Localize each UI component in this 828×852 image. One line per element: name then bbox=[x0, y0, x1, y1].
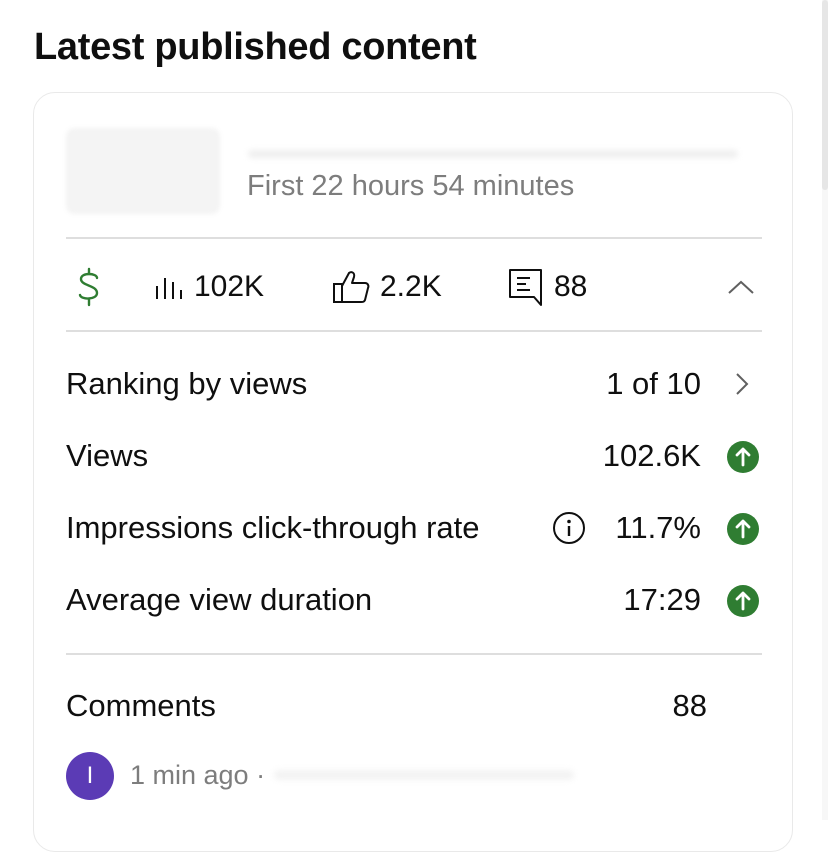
comment-timestamp: 1 min ago · bbox=[130, 760, 266, 790]
comments-header[interactable]: Comments 88 bbox=[66, 684, 762, 728]
metric-value: 11.7% bbox=[615, 510, 701, 545]
metric-row-avg-duration[interactable]: Average view duration 17:29 bbox=[66, 578, 762, 622]
comment-text-redacted bbox=[274, 770, 574, 780]
metric-row-ctr[interactable]: Impressions click-through rate 11.7% bbox=[66, 506, 762, 550]
likes-count: 2.2K bbox=[380, 270, 442, 303]
thumbs-up-icon bbox=[332, 269, 370, 305]
info-icon[interactable] bbox=[552, 511, 586, 545]
metric-label: Ranking by views bbox=[66, 366, 308, 401]
video-title-redacted bbox=[248, 150, 738, 158]
comments-label: Comments bbox=[66, 688, 216, 723]
metric-value: 1 of 10 bbox=[606, 366, 701, 401]
scrollbar-thumb[interactable] bbox=[822, 0, 828, 190]
metric-value: 102.6K bbox=[602, 438, 701, 473]
metric-value: 17:29 bbox=[623, 582, 701, 617]
metric-label: Views bbox=[66, 438, 149, 473]
views-count: 102K bbox=[194, 270, 265, 303]
dollar-icon bbox=[76, 266, 102, 308]
stats-row: 102K 2.2K 88 bbox=[66, 262, 762, 312]
section-title: Latest published content bbox=[34, 26, 477, 68]
video-thumbnail[interactable] bbox=[66, 128, 220, 214]
latest-comment[interactable]: I 1 min ago · bbox=[66, 752, 762, 800]
arrow-up-icon bbox=[726, 512, 760, 546]
metric-label: Average view duration bbox=[66, 582, 373, 617]
comments-count: 88 bbox=[554, 270, 588, 303]
comments-total: 88 bbox=[672, 688, 707, 723]
chevron-right-icon[interactable] bbox=[732, 371, 752, 397]
divider bbox=[66, 653, 762, 655]
metric-label: Impressions click-through rate bbox=[66, 510, 480, 545]
divider bbox=[66, 237, 762, 239]
comment-icon bbox=[508, 267, 544, 307]
chevron-up-icon[interactable] bbox=[726, 272, 756, 302]
scrollbar[interactable] bbox=[822, 0, 828, 820]
arrow-up-icon bbox=[726, 584, 760, 618]
avatar[interactable]: I bbox=[66, 752, 114, 800]
metric-row-ranking[interactable]: Ranking by views 1 of 10 bbox=[66, 362, 762, 406]
comments-stat[interactable]: 88 bbox=[508, 262, 587, 312]
video-meta: First 22 hours 54 minutes bbox=[247, 170, 575, 202]
views-stat[interactable]: 102K bbox=[154, 262, 264, 312]
likes-stat[interactable]: 2.2K bbox=[332, 262, 442, 312]
divider bbox=[66, 330, 762, 332]
metric-row-views[interactable]: Views 102.6K bbox=[66, 434, 762, 478]
arrow-up-icon bbox=[726, 440, 760, 474]
bar-chart-icon bbox=[154, 272, 184, 302]
revenue-stat[interactable] bbox=[76, 262, 102, 312]
